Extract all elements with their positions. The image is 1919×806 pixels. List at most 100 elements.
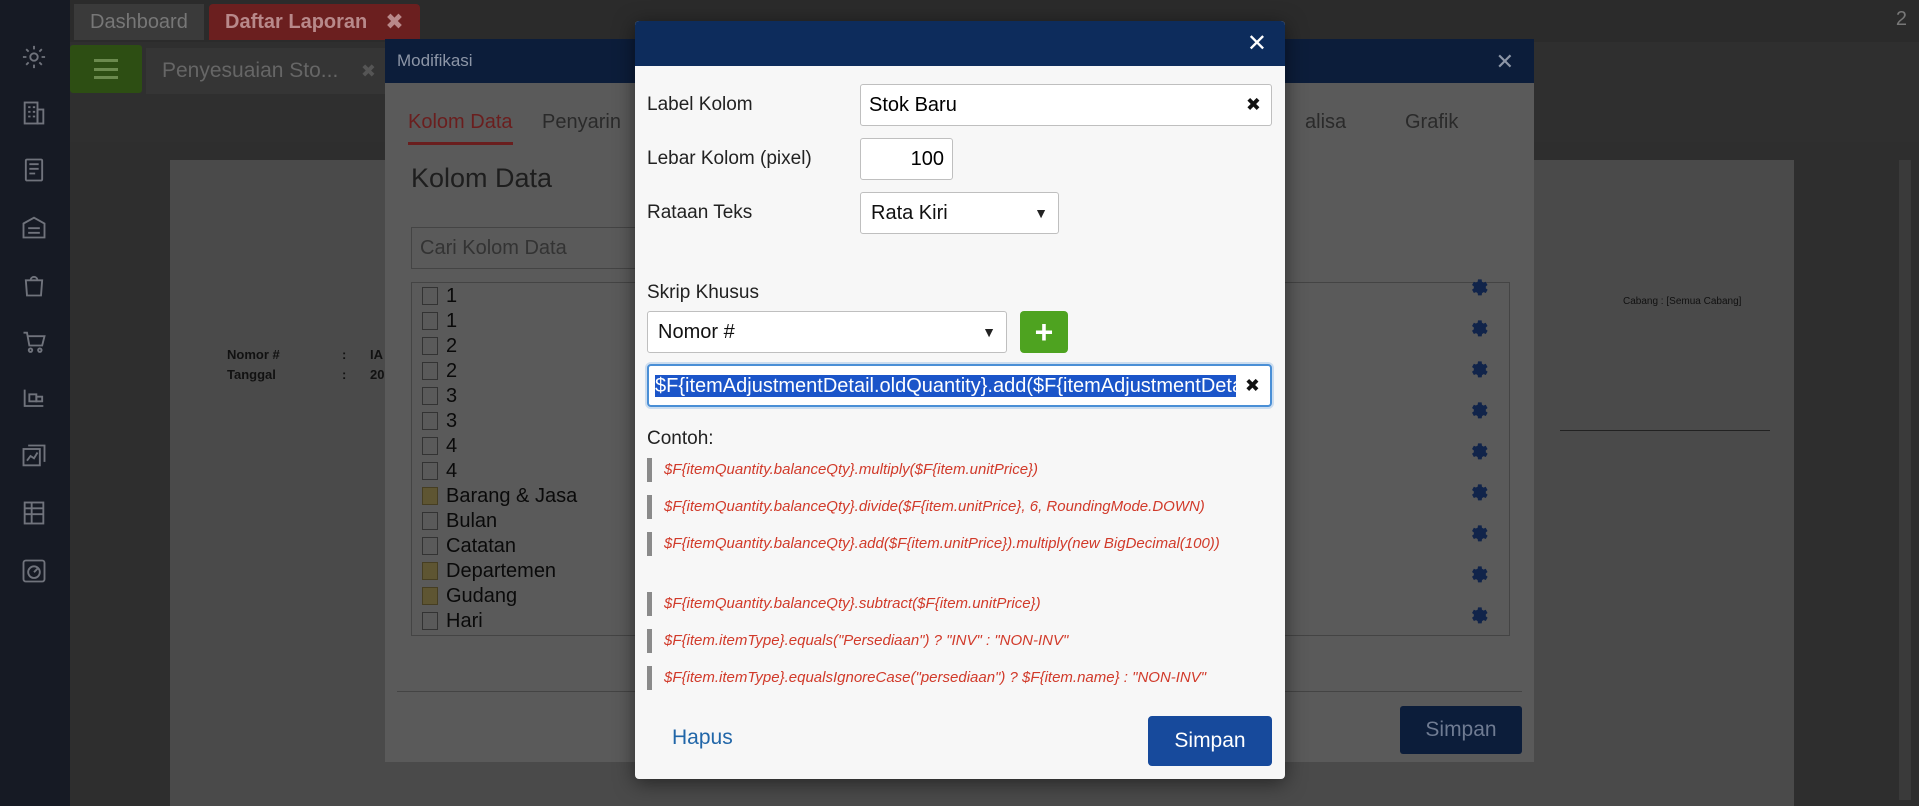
tab-dashboard[interactable]: Dashboard <box>74 4 204 40</box>
example-item: $F{itemQuantity.balanceQty}.subtract($F{… <box>647 592 1272 616</box>
tree-item-label: Gudang <box>446 584 518 607</box>
hamburger-icon <box>94 59 118 79</box>
add-script-button[interactable]: + <box>1020 311 1068 353</box>
lebar-kolom-field[interactable] <box>860 138 953 180</box>
gear-icon[interactable] <box>1467 561 1488 583</box>
menu-toggle-button[interactable] <box>70 45 142 93</box>
meta-nomor-value: IA <box>370 347 383 362</box>
gear-icon[interactable] <box>1467 438 1488 460</box>
tab-penyesuaian-stok[interactable]: Penyesuaian Sto... ✖ <box>146 48 386 94</box>
page-scrollbar[interactable] <box>1899 160 1911 800</box>
folder-icon <box>422 487 438 505</box>
lebar-kolom-label: Lebar Kolom (pixel) <box>647 148 812 169</box>
meta-nomor-sep: : <box>342 347 347 362</box>
tab-kolom-data[interactable]: Kolom Data <box>408 111 513 145</box>
skrip-khusus-select[interactable]: Nomor # ▼ <box>647 311 1007 353</box>
lebar-kolom-input[interactable] <box>861 139 952 179</box>
example-item: $F{item.itemType}.equalsIgnoreCase("pers… <box>647 666 1272 690</box>
gear-icon[interactable] <box>1467 520 1488 542</box>
tree-item-label: 2 <box>446 334 458 357</box>
tree-item[interactable]: Departemen <box>422 559 556 583</box>
file-icon <box>422 362 438 380</box>
meta-cabang: Cabang : [Semua Cabang] <box>1623 296 1742 307</box>
tab-dashboard-label: Dashboard <box>90 10 188 33</box>
example-item: $F{itemQuantity.balanceQty}.add($F{item.… <box>647 532 1272 556</box>
tab-grafik[interactable]: Grafik <box>1405 111 1458 134</box>
building-icon[interactable] <box>19 98 49 128</box>
tab-daftar-laporan-label: Daftar Laporan <box>225 10 368 33</box>
label-kolom-field[interactable]: ✖ <box>860 84 1272 126</box>
tree-item[interactable]: 2 <box>422 334 457 358</box>
cart-icon[interactable] <box>19 327 49 357</box>
bag-icon[interactable] <box>19 270 49 300</box>
label-kolom-input[interactable] <box>861 85 1271 125</box>
folder-icon <box>422 587 438 605</box>
gear-icon[interactable] <box>1467 274 1488 296</box>
tree-item-label: 3 <box>446 409 458 432</box>
gear-icon[interactable] <box>19 42 49 72</box>
gear-icon[interactable] <box>1467 356 1488 378</box>
tree-item[interactable]: Gudang <box>422 584 517 608</box>
rataan-teks-select[interactable]: Rata Kiri ▼ <box>860 192 1059 234</box>
close-icon[interactable]: ✕ <box>1247 29 1267 58</box>
chevron-down-icon: ▼ <box>1034 205 1048 221</box>
meta-tanggal-label: Tanggal <box>227 367 276 382</box>
file-icon <box>422 412 438 430</box>
example-item: $F{itemQuantity.balanceQty}.multiply($F{… <box>647 458 1272 482</box>
clear-icon[interactable]: ✖ <box>1245 375 1260 396</box>
tree-item-label: 4 <box>446 434 458 457</box>
script-input[interactable]: $F{itemAdjustmentDetail.oldQuantity}.add… <box>647 364 1272 407</box>
tree-item-label: Hari <box>446 609 483 632</box>
gear-icon[interactable] <box>1467 479 1488 501</box>
file-icon <box>422 512 438 530</box>
tree-item[interactable]: Bulan <box>422 509 497 533</box>
tree-item[interactable]: Catatan <box>422 534 516 558</box>
tree-item-label: 1 <box>446 284 458 307</box>
delete-link[interactable]: Hapus <box>672 726 733 750</box>
script-selected-text: $F{itemAdjustmentDetail.oldQuantity}.add… <box>655 375 1236 397</box>
tree-item[interactable]: 4 <box>422 434 457 458</box>
file-icon <box>422 287 438 305</box>
file-icon <box>422 387 438 405</box>
dashboard-icon[interactable] <box>19 556 49 586</box>
tree-item[interactable]: 1 <box>422 309 457 333</box>
close-icon[interactable]: ✖ <box>385 9 403 35</box>
tree-item[interactable]: 3 <box>422 409 457 433</box>
tree-item-label: Departemen <box>446 559 557 582</box>
tree-item-label: Catatan <box>446 534 517 557</box>
rataan-teks-value: Rata Kiri <box>871 201 948 224</box>
tree-item-label: 1 <box>446 309 458 332</box>
trolley-icon[interactable] <box>19 384 49 414</box>
file-icon <box>422 537 438 555</box>
tree-item-label: 3 <box>446 384 458 407</box>
tree-item-label: Barang & Jasa <box>446 484 578 507</box>
search-input[interactable]: Cari Kolom Data <box>411 227 641 269</box>
tab-daftar-laporan[interactable]: Daftar Laporan ✖ <box>209 4 420 40</box>
script-text[interactable]: $F{itemAdjustmentDetail.oldQuantity}.add… <box>655 374 1236 398</box>
book-icon[interactable] <box>19 155 49 185</box>
tree-item[interactable]: 4 <box>422 459 457 483</box>
examples-title: Contoh: <box>647 428 714 449</box>
tree-item[interactable]: 3 <box>422 384 457 408</box>
modifikasi-title: Modifikasi <box>397 51 473 70</box>
ledger-icon[interactable] <box>19 498 49 528</box>
warehouse-icon[interactable] <box>19 212 49 242</box>
file-icon <box>422 437 438 455</box>
tab-penyaringan[interactable]: Penyarin <box>542 111 621 134</box>
tree-item[interactable]: Hari <box>422 609 483 633</box>
gear-icon[interactable] <box>1467 602 1488 624</box>
gear-icon[interactable] <box>1467 397 1488 419</box>
gear-icon[interactable] <box>1467 315 1488 337</box>
clear-icon[interactable]: ✖ <box>1246 95 1261 116</box>
tree-item[interactable]: 1 <box>422 284 457 308</box>
modifikasi-save-button[interactable]: Simpan <box>1400 706 1522 754</box>
close-icon[interactable]: ✖ <box>361 61 376 82</box>
report-icon[interactable] <box>19 441 49 471</box>
tree-item[interactable]: Barang & Jasa <box>422 484 577 508</box>
tab-analisa[interactable]: alisa <box>1305 111 1346 134</box>
tree-item-label: Bulan <box>446 509 498 532</box>
close-icon[interactable]: ✕ <box>1496 49 1514 75</box>
dialog-header: ✕ <box>635 21 1285 66</box>
tree-item[interactable]: 2 <box>422 359 457 383</box>
save-button[interactable]: Simpan <box>1148 716 1272 766</box>
